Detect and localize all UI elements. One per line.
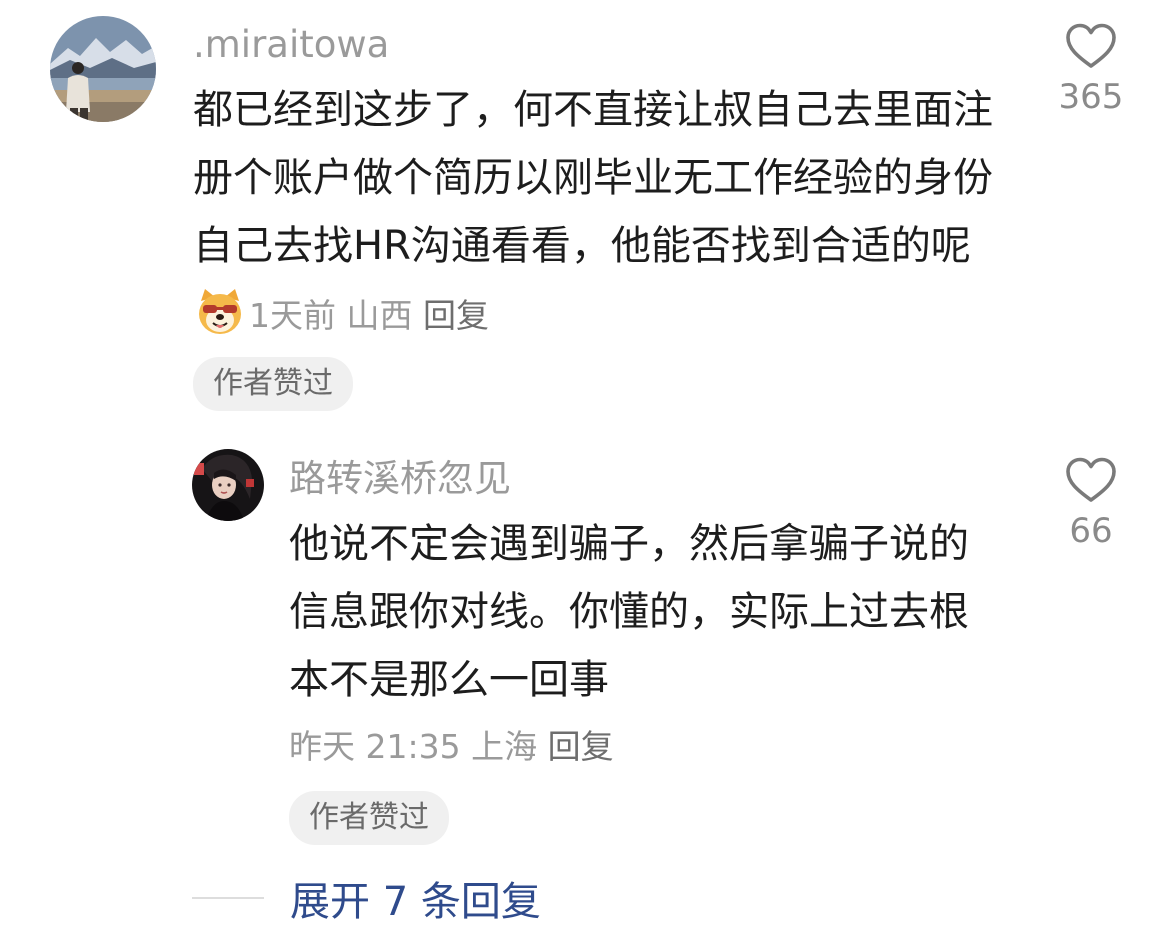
expand-replies[interactable]: 展开 7 条回复 (192, 870, 541, 926)
comment-location: 山西 (346, 296, 413, 335)
divider (192, 897, 264, 899)
author-liked-badge: 作者赞过 (193, 357, 353, 411)
comment-location: 上海 (471, 727, 538, 766)
like-count: 66 (1069, 511, 1113, 551)
username[interactable]: .miraitowa (193, 26, 389, 63)
like-count: 365 (1058, 77, 1124, 117)
comment-meta: 昨天 21:35 上海 回复 (289, 720, 614, 768)
username[interactable]: 路转溪桥忽见 (289, 460, 511, 497)
author-liked-badge: 作者赞过 (289, 791, 449, 845)
reply-item: 路转溪桥忽见 他说不定会遇到骗子，然后拿骗子说的信息跟你对线。你懂的，实际上过去… (0, 420, 1170, 860)
reply-button[interactable]: 回复 (548, 727, 614, 766)
reply-button[interactable]: 回复 (423, 296, 489, 335)
comment-body: 他说不定会遇到骗子，然后拿骗子说的信息跟你对线。你懂的，实际上过去根本不是那么一… (289, 521, 969, 703)
heart-icon (1066, 457, 1116, 502)
like-button[interactable]: 365 (1041, 22, 1141, 114)
dog-face-emoji-icon (195, 287, 245, 337)
comment-meta: 1天前 山西 回复 (249, 296, 489, 335)
comment-text: 都已经到这步了，何不直接让叔自己去里面注册个账户做个简历以刚毕业无工作经验的身份… (193, 76, 1023, 350)
comment-time: 昨天 21:35 (289, 727, 461, 766)
expand-replies-label[interactable]: 展开 7 条回复 (290, 869, 541, 927)
comment-time: 1天前 (249, 296, 336, 335)
comment-text: 他说不定会遇到骗子，然后拿骗子说的信息跟你对线。你懂的，实际上过去根本不是那么一… (289, 510, 989, 714)
comment-body: 都已经到这步了，何不直接让叔自己去里面注册个账户做个简历以刚毕业无工作经验的身份… (193, 87, 993, 269)
avatar[interactable] (192, 449, 264, 521)
avatar-image (192, 449, 264, 521)
like-button[interactable]: 66 (1041, 456, 1141, 548)
heart-icon (1066, 23, 1116, 68)
avatar-image (50, 16, 156, 122)
comment-item: .miraitowa 都已经到这步了，何不直接让叔自己去里面注册个账户做个简历以… (0, 0, 1170, 420)
avatar[interactable] (50, 16, 156, 122)
